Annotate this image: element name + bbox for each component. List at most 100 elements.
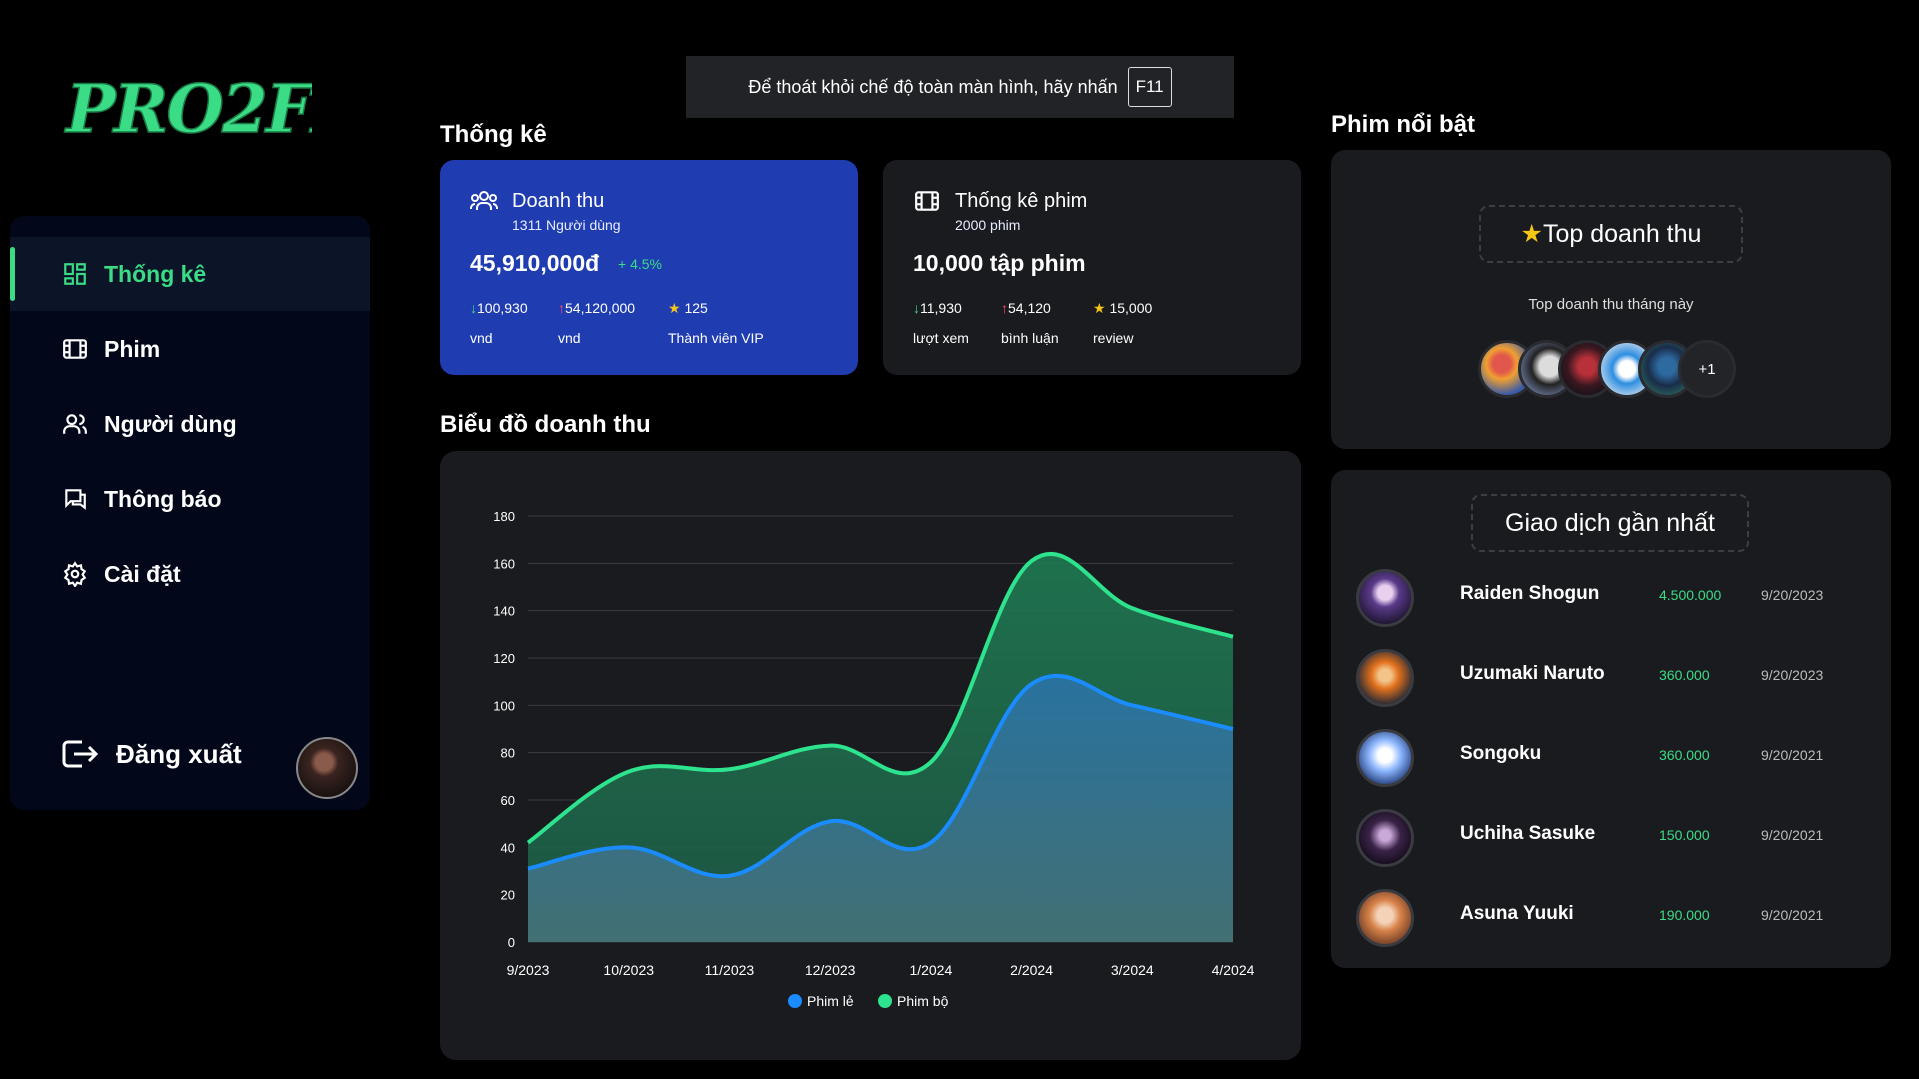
tx-amount: 190.000 xyxy=(1659,907,1710,923)
film-stats-card[interactable]: Thống kê phim 2000 phim 10,000 tập phim … xyxy=(883,160,1301,375)
sidebar-item-label: Thông báo xyxy=(104,485,222,512)
revenue-card[interactable]: Doanh thu 1311 Người dùng 45,910,000đ + … xyxy=(440,160,858,375)
table-row[interactable]: Asuna Yuuki 190.000 9/20/2021 xyxy=(1331,889,1891,959)
x-tick-label: 10/2023 xyxy=(603,962,654,978)
tx-date: 9/20/2021 xyxy=(1761,907,1824,923)
tx-name: Songoku xyxy=(1460,743,1542,764)
avatar xyxy=(1356,809,1414,867)
avatar xyxy=(1356,569,1414,627)
table-row[interactable]: Uzumaki Naruto 360.000 9/20/2023 xyxy=(1331,649,1891,719)
x-tick-label: 11/2023 xyxy=(705,962,755,978)
film-stat-1: ↓11,930 xyxy=(913,300,962,316)
tx-name: Asuna Yuuki xyxy=(1460,903,1574,924)
avatar xyxy=(1356,889,1414,947)
top-revenue-button[interactable]: ★ Top doanh thu xyxy=(1479,205,1743,263)
film-stat-3: ★ 15,000 xyxy=(1093,300,1153,316)
svg-text:PRO2FLIX: PRO2FLIX xyxy=(64,70,312,148)
legend-label: Phim lẻ xyxy=(807,993,854,1009)
film-episodes-value: 10,000 tập phim xyxy=(913,250,1086,276)
sidebar-item-nguoi-dung[interactable]: Người dùng xyxy=(10,387,370,461)
tx-date: 9/20/2023 xyxy=(1761,667,1824,683)
x-tick-label: 2/2024 xyxy=(1010,962,1053,978)
y-tick-label: 0 xyxy=(508,935,515,950)
stats-title: Thống kê xyxy=(440,121,547,148)
sidebar-item-label: Thống kê xyxy=(104,260,207,287)
avatar xyxy=(1356,649,1414,707)
sidebar-item-phim[interactable]: Phim xyxy=(10,312,370,386)
revenue-change: + 4.5% xyxy=(618,256,662,272)
x-tick-label: 3/2024 xyxy=(1111,962,1154,978)
table-row[interactable]: Raiden Shogun 4.500.000 9/20/2023 xyxy=(1331,569,1891,639)
revenue-stat-1: ↓100,930 xyxy=(470,300,528,316)
logout-label: Đăng xuất xyxy=(116,738,242,769)
users-icon xyxy=(470,191,498,210)
y-tick-label: 40 xyxy=(501,840,515,855)
top-revenue-label: Top doanh thu xyxy=(1542,219,1702,248)
table-row[interactable]: Songoku 360.000 9/20/2021 xyxy=(1331,729,1891,799)
x-tick-label: 9/2023 xyxy=(507,962,550,978)
logout-icon xyxy=(62,740,99,768)
tx-amount: 360.000 xyxy=(1659,667,1710,683)
users-icon xyxy=(63,414,87,434)
revenue-value: 45,910,000đ xyxy=(470,250,600,276)
film-card-subtitle: 2000 phim xyxy=(955,217,1021,233)
tx-date: 9/20/2021 xyxy=(1761,827,1824,843)
tx-date: 9/20/2021 xyxy=(1761,747,1824,763)
avatar xyxy=(1356,729,1414,787)
legend-label: Phim bộ xyxy=(897,993,949,1009)
sidebar-item-thong-bao[interactable]: Thông báo xyxy=(10,462,370,536)
star-icon: ★ xyxy=(1093,300,1106,316)
star-icon: ★ xyxy=(668,300,681,316)
y-tick-label: 20 xyxy=(501,888,515,903)
y-tick-label: 180 xyxy=(493,509,515,524)
film-stat-2-label: bình luận xyxy=(1001,330,1059,346)
sidebar-item-label: Phim xyxy=(104,335,161,362)
revenue-stat-2-label: vnd xyxy=(558,330,581,346)
top-revenue-subtitle: Top doanh thu tháng này xyxy=(1528,296,1694,313)
film-icon xyxy=(915,191,939,211)
legend-marker xyxy=(788,994,802,1008)
chart-title: Biểu đồ doanh thu xyxy=(440,411,651,438)
revenue-stat-2: ↑54,120,000 xyxy=(558,300,636,316)
x-tick-label: 1/2024 xyxy=(909,962,952,978)
y-tick-label: 140 xyxy=(493,604,515,619)
sidebar-item-cai-dat[interactable]: Cài đặt xyxy=(10,537,370,611)
tx-name: Uzumaki Naruto xyxy=(1460,663,1605,684)
transactions-title: Giao dịch gần nhất xyxy=(1471,494,1749,552)
film-icon xyxy=(63,339,87,359)
logout-button[interactable]: Đăng xuất xyxy=(60,738,242,770)
tx-amount: 4.500.000 xyxy=(1659,587,1722,603)
sidebar: Thống kê Phim Người dùng Thông báo Cài đ… xyxy=(10,216,370,810)
tx-amount: 360.000 xyxy=(1659,747,1710,763)
film-stat-1-label: lượt xem xyxy=(913,330,969,346)
table-row[interactable]: Uchiha Sasuke 150.000 9/20/2021 xyxy=(1331,809,1891,879)
revenue-card-subtitle: 1311 Người dùng xyxy=(512,217,621,233)
x-tick-label: 12/2023 xyxy=(805,962,856,978)
tx-name: Raiden Shogun xyxy=(1460,583,1600,604)
star-icon: ★ xyxy=(1520,220,1543,248)
dashboard-icon xyxy=(64,263,86,285)
fullscreen-toast: Để thoát khỏi chế độ toàn màn hình, hãy … xyxy=(686,56,1234,118)
revenue-stat-3: ★ 125 xyxy=(668,300,708,316)
film-stat-3-label: review xyxy=(1093,330,1134,346)
more-movies-badge[interactable]: +1 xyxy=(1678,340,1736,398)
tx-amount: 150.000 xyxy=(1659,827,1710,843)
app-logo: PRO2FLIX xyxy=(63,69,312,149)
revenue-stat-1-label: vnd xyxy=(470,330,493,346)
film-stat-2: ↑54,120 xyxy=(1001,300,1051,316)
sidebar-item-label: Người dùng xyxy=(104,410,237,437)
tx-date: 9/20/2023 xyxy=(1761,587,1824,603)
y-tick-label: 100 xyxy=(493,698,515,713)
sidebar-item-thong-ke[interactable]: Thống kê xyxy=(10,237,370,311)
revenue-card-title: Doanh thu xyxy=(512,189,605,212)
y-tick-label: 120 xyxy=(493,651,515,666)
featured-title: Phim nổi bật xyxy=(1331,111,1475,138)
film-card-title: Thống kê phim xyxy=(955,189,1088,212)
avatar[interactable] xyxy=(296,737,358,799)
revenue-chart: 0 20 40 60 80 100 120 140 160 180 9/2023 10/2023 11/… xyxy=(493,509,1255,1009)
x-tick-label: 4/2024 xyxy=(1212,962,1255,978)
y-tick-label: 60 xyxy=(501,793,515,808)
chat-icon xyxy=(65,489,86,510)
tx-name: Uchiha Sasuke xyxy=(1460,823,1596,844)
legend-marker xyxy=(878,994,892,1008)
